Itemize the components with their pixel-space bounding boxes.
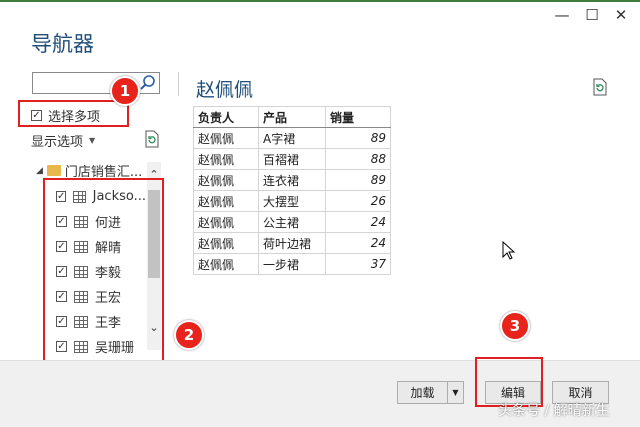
table-cell: 赵佩佩 xyxy=(193,253,259,275)
table-header-row: 负责人 产品 销量 xyxy=(193,106,391,128)
table-cell: 赵佩佩 xyxy=(193,127,259,149)
table-row: 赵佩佩 大摆型 26 xyxy=(193,190,391,212)
table-cell: 89 xyxy=(325,169,391,191)
display-options-dropdown[interactable]: 显示选项 ▼ xyxy=(31,131,95,150)
table-cell: 百褶裙 xyxy=(258,148,326,170)
table-cell: 24 xyxy=(325,232,391,254)
table-cell: 89 xyxy=(325,127,391,149)
column-header: 负责人 xyxy=(193,106,259,128)
folder-icon xyxy=(46,165,61,176)
table-cell: 连衣裙 xyxy=(258,169,326,191)
table-cell: 赵佩佩 xyxy=(193,169,259,191)
refresh-list-icon[interactable] xyxy=(144,130,160,151)
caret-down-icon: ▼ xyxy=(89,136,96,145)
annotation-badge-3: 3 xyxy=(500,311,530,341)
column-header: 产品 xyxy=(258,106,326,128)
close-button[interactable]: ✕ xyxy=(611,4,631,26)
load-button[interactable]: 加载 xyxy=(397,381,448,404)
annotation-box-1 xyxy=(18,100,129,127)
display-options-label: 显示选项 xyxy=(31,135,84,150)
table-cell: 赵佩佩 xyxy=(193,148,259,170)
search-icon[interactable] xyxy=(138,73,158,93)
refresh-preview-icon[interactable] xyxy=(592,78,608,99)
preview-title: 赵佩佩 xyxy=(196,79,254,101)
table-cell: 大摆型 xyxy=(258,190,326,212)
watermark: 头条号 / 解晴新生 xyxy=(498,403,610,419)
table-cell: 一步裙 xyxy=(258,253,326,275)
table-cell: 88 xyxy=(325,148,391,170)
expand-triangle-icon[interactable]: ◢ xyxy=(36,166,43,176)
table-cell: 24 xyxy=(325,211,391,233)
dialog-title: 导航器 xyxy=(31,32,94,56)
table-cell: A字裙 xyxy=(258,127,326,149)
panel-divider xyxy=(178,72,179,96)
annotation-badge-2: 2 xyxy=(174,320,204,350)
table-row: 赵佩佩 连衣裙 89 xyxy=(193,169,391,191)
table-row: 赵佩佩 公主裙 24 xyxy=(193,211,391,233)
table-row: 赵佩佩 荷叶边裙 24 xyxy=(193,232,391,254)
table-cell: 赵佩佩 xyxy=(193,232,259,254)
minimize-button[interactable]: — xyxy=(552,4,572,26)
table-cell: 赵佩佩 xyxy=(193,211,259,233)
column-header: 销量 xyxy=(325,106,391,128)
table-cell: 37 xyxy=(325,253,391,275)
annotation-badge-1: 1 xyxy=(110,76,140,106)
table-cell: 26 xyxy=(325,190,391,212)
preview-table: 负责人 产品 销量 赵佩佩 A字裙 89 赵佩佩 百褶裙 88 赵佩佩 连衣裙 89 赵佩佩 大摆型… xyxy=(193,106,391,275)
maximize-button[interactable]: ☐ xyxy=(582,4,602,26)
table-cell: 荷叶边裙 xyxy=(258,232,326,254)
table-row: 赵佩佩 一步裙 37 xyxy=(193,253,391,275)
preview-table-wrapper: 负责人 产品 销量 赵佩佩 A字裙 89 赵佩佩 百褶裙 88 赵佩佩 连衣裙 89 赵佩佩 大摆型… xyxy=(193,106,391,275)
table-cell: 赵佩佩 xyxy=(193,190,259,212)
table-cell: 公主裙 xyxy=(258,211,326,233)
window-top-border xyxy=(0,0,640,2)
mouse-cursor-icon xyxy=(502,240,516,264)
annotation-box-2 xyxy=(43,178,164,375)
load-dropdown-button[interactable]: ▼ xyxy=(447,381,464,404)
table-row: 赵佩佩 A字裙 89 xyxy=(193,127,391,149)
table-row: 赵佩佩 百褶裙 88 xyxy=(193,148,391,170)
